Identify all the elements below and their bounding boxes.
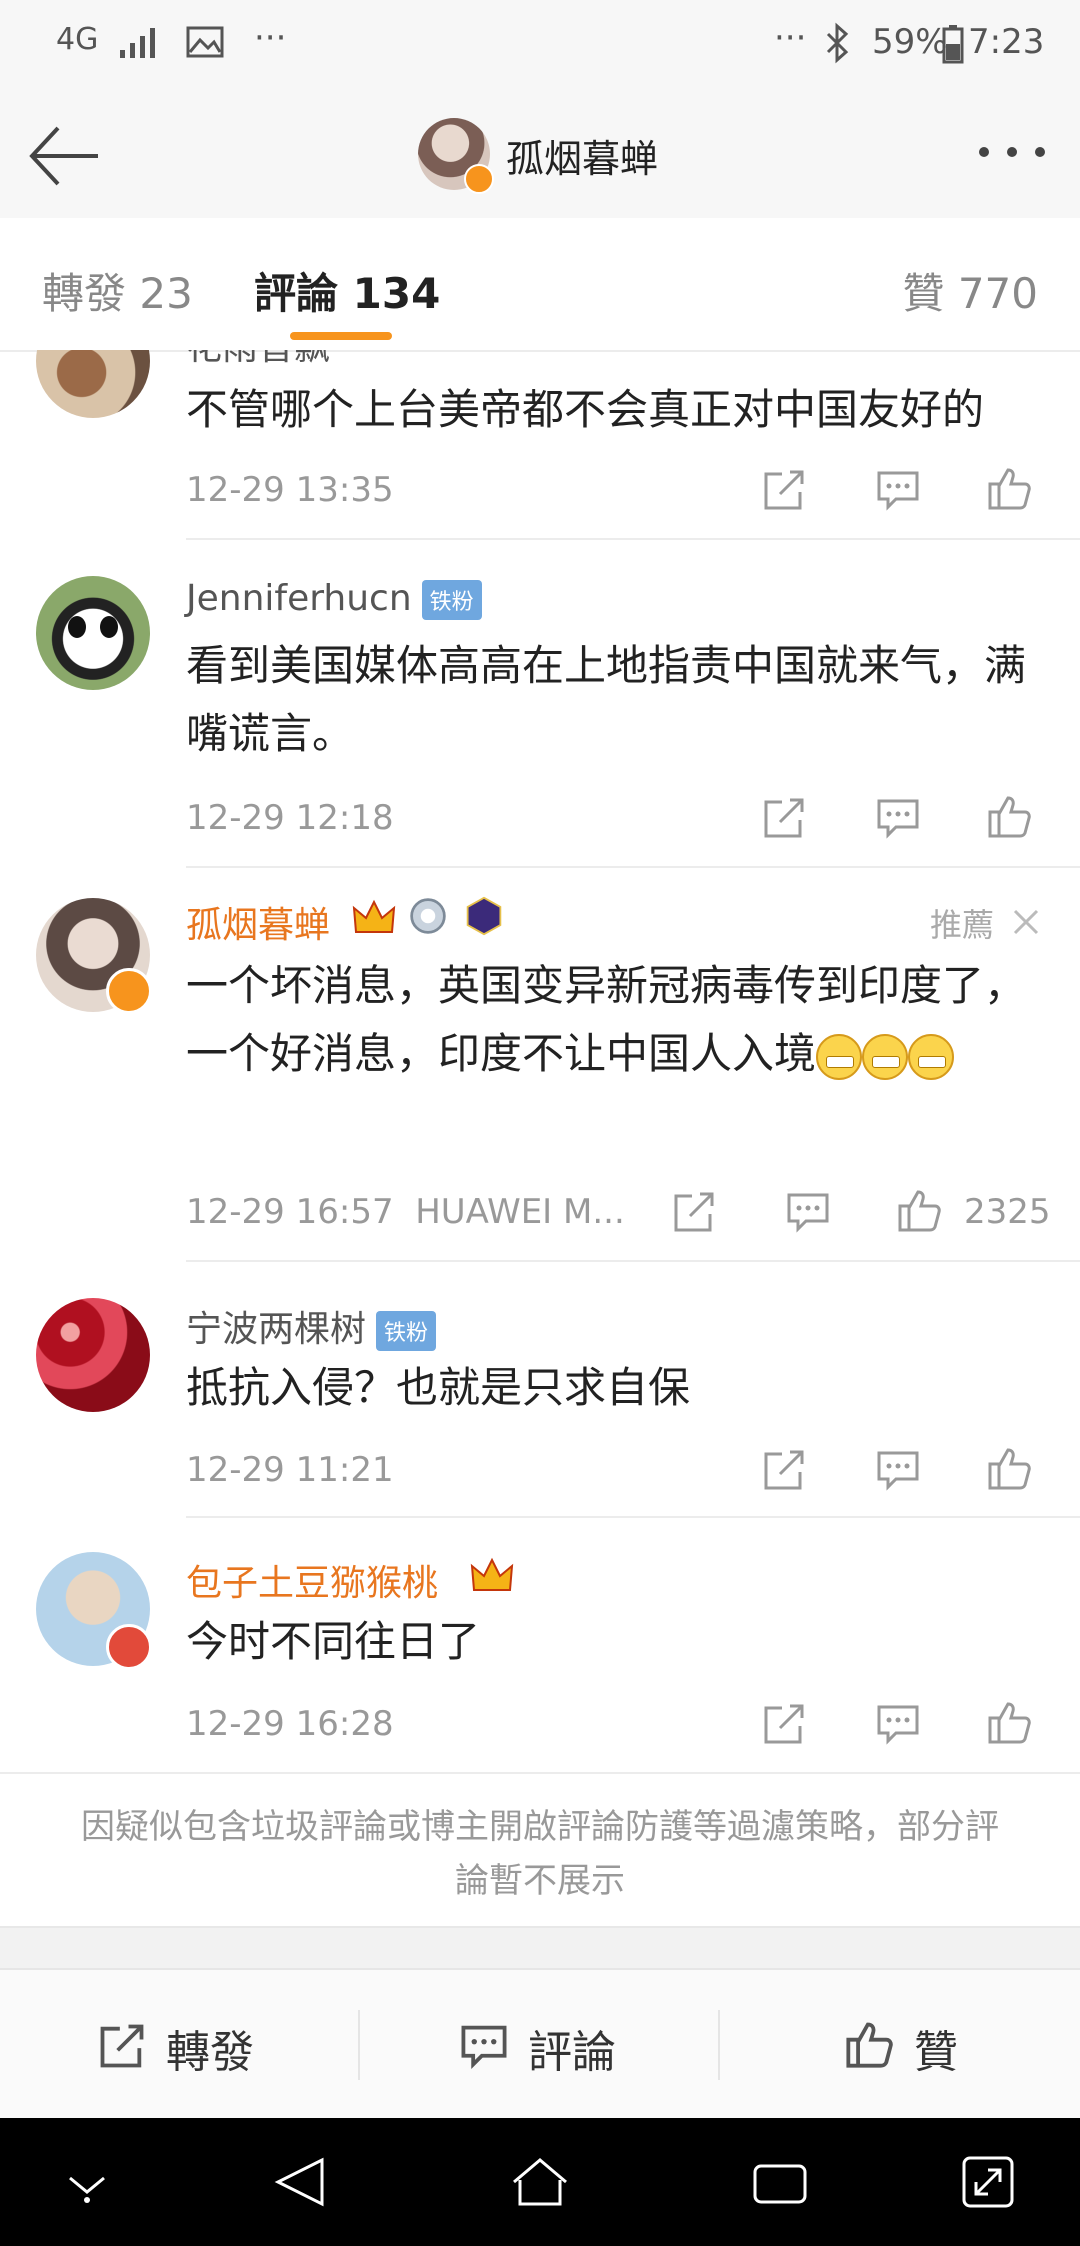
divider bbox=[186, 1260, 1080, 1262]
notification-ellipsis: ··· bbox=[254, 18, 287, 58]
share-icon[interactable] bbox=[760, 1446, 808, 1494]
signal-icon bbox=[120, 28, 155, 58]
battery-icon bbox=[942, 25, 964, 64]
commenter-name[interactable]: 包子土豆猕猴桃 bbox=[186, 1554, 438, 1606]
back-arrow-icon[interactable] bbox=[24, 116, 104, 196]
like-icon[interactable] bbox=[986, 1698, 1034, 1746]
like-icon[interactable] bbox=[986, 1444, 1034, 1492]
night-badge-icon bbox=[466, 896, 502, 936]
divider bbox=[186, 538, 1080, 540]
system-nav-bar bbox=[0, 2118, 1080, 2246]
grin-emoji-icon bbox=[908, 1033, 955, 1080]
comment-icon bbox=[461, 2025, 507, 2069]
reply-icon[interactable] bbox=[874, 466, 922, 514]
comment-time: 12-29 12:18 bbox=[186, 798, 394, 838]
comment-text: 今时不同往日了 bbox=[186, 1617, 481, 1666]
status-bar: 4G ··· ··· 59% 7:23 bbox=[0, 0, 1080, 90]
nav-bar: 孤烟暮蝉 bbox=[0, 90, 1080, 220]
filter-notice: 因疑似包含垃圾評論或博主開啟評論防護等過濾策略，部分評論暫不展示 bbox=[81, 1807, 999, 1901]
comment-time: 12-29 16:28 bbox=[186, 1704, 394, 1744]
close-icon[interactable] bbox=[1012, 908, 1040, 936]
commenter-name[interactable]: 孤烟暮蝉 bbox=[186, 896, 330, 948]
commenter-name[interactable]: 花雨音飘 bbox=[186, 350, 330, 370]
comment-meta: 12-29 16:57 HUAWEI M... bbox=[186, 1192, 626, 1232]
clock: 7:23 bbox=[968, 22, 1045, 62]
comment-text: 看到美国媒体高高在上地指责中国就来气，满嘴谎言。 bbox=[186, 641, 1027, 758]
verified-badge-icon bbox=[464, 164, 494, 194]
commenter-avatar[interactable] bbox=[36, 350, 150, 418]
separator bbox=[718, 2010, 720, 2080]
bluetooth-icon bbox=[826, 22, 849, 64]
active-tab-indicator bbox=[290, 332, 392, 340]
more-options-icon[interactable] bbox=[976, 140, 1048, 164]
comment-button[interactable]: 評論 bbox=[458, 2010, 658, 2090]
divider bbox=[186, 1516, 1080, 1518]
comment-time: 12-29 13:35 bbox=[186, 470, 394, 510]
battery-percent: 59% bbox=[872, 22, 948, 62]
like-icon[interactable] bbox=[896, 1186, 944, 1234]
recommend-label: 推薦 bbox=[929, 906, 994, 944]
network-label: 4G bbox=[56, 22, 99, 57]
comment-text: 抵抗入侵？也就是只求自保 bbox=[186, 1363, 691, 1412]
vip-crown-icon bbox=[352, 899, 396, 933]
commenter-avatar[interactable] bbox=[36, 576, 150, 690]
tab-comment[interactable]: 評論 134 bbox=[254, 260, 440, 321]
recent-apps-icon[interactable] bbox=[752, 2160, 808, 2208]
repost-label: 轉發 bbox=[166, 2027, 254, 2078]
bottom-action-bar: 轉發 評論 贊 bbox=[0, 1968, 1080, 2120]
like-icon[interactable] bbox=[986, 464, 1034, 512]
share-icon[interactable] bbox=[760, 794, 808, 842]
verified-badge-icon bbox=[106, 968, 152, 1014]
tab-like[interactable]: 贊 770 bbox=[902, 260, 1038, 321]
divider bbox=[0, 1772, 1080, 1774]
grin-emoji-icon bbox=[862, 1033, 909, 1080]
like-button[interactable]: 贊 bbox=[844, 2010, 1024, 2090]
hide-keyboard-icon[interactable] bbox=[64, 2166, 110, 2206]
status-ellipsis: ··· bbox=[774, 18, 807, 58]
like-label: 贊 bbox=[914, 2027, 958, 2078]
home-icon[interactable] bbox=[510, 2154, 570, 2210]
like-count: 2325 bbox=[964, 1192, 1051, 1232]
commenter-name[interactable]: 宁波两棵树 铁粉 bbox=[186, 1300, 437, 1352]
fan-badge: 铁粉 bbox=[376, 1311, 437, 1351]
share-icon bbox=[100, 2024, 144, 2068]
tab-repost[interactable]: 轉發 23 bbox=[42, 260, 193, 321]
commenter-name[interactable]: Jenniferhucn 铁粉 bbox=[186, 578, 482, 620]
share-icon[interactable] bbox=[760, 466, 808, 514]
author-avatar[interactable] bbox=[418, 118, 494, 194]
like-icon bbox=[846, 2022, 893, 2068]
tab-bar: 轉發 23 評論 134 贊 770 bbox=[0, 218, 1080, 352]
star-badge-icon bbox=[106, 1624, 152, 1670]
comment-text: 一个坏消息，英国变异新冠病毒传到印度了，一个好消息，印度不让中国人入境 bbox=[186, 952, 1046, 1088]
back-icon[interactable] bbox=[272, 2154, 328, 2210]
fan-badge: 铁粉 bbox=[421, 580, 482, 620]
share-icon[interactable] bbox=[760, 1700, 808, 1748]
reply-icon[interactable] bbox=[784, 1188, 832, 1236]
device-label: HUAWEI M... bbox=[415, 1192, 625, 1232]
section-gap bbox=[0, 1926, 1080, 1970]
separator bbox=[358, 2010, 360, 2080]
comment-label: 評論 bbox=[528, 2027, 616, 2078]
reply-icon[interactable] bbox=[874, 794, 922, 842]
vip-crown-icon bbox=[470, 1557, 514, 1591]
reply-icon[interactable] bbox=[874, 1700, 922, 1748]
commenter-avatar[interactable] bbox=[36, 1298, 150, 1412]
fullscreen-icon[interactable] bbox=[960, 2154, 1016, 2210]
commenter-name-text: 宁波两棵树 bbox=[186, 1309, 367, 1350]
grin-emoji-icon bbox=[816, 1033, 863, 1080]
commenter-name-text: Jenniferhucn bbox=[186, 578, 412, 619]
divider bbox=[186, 866, 1080, 868]
page-title: 孤烟暮蝉 bbox=[506, 137, 659, 181]
medal-icon bbox=[410, 898, 446, 934]
like-icon[interactable] bbox=[986, 792, 1034, 840]
comment-time: 12-29 16:57 bbox=[186, 1192, 394, 1232]
reply-icon[interactable] bbox=[874, 1446, 922, 1494]
repost-button[interactable]: 轉發 bbox=[96, 2010, 296, 2090]
comment-text: 不管哪个上台美帝都不会真正对中国友好的 bbox=[186, 385, 985, 434]
comment-time: 12-29 11:21 bbox=[186, 1450, 394, 1490]
image-icon bbox=[186, 26, 224, 58]
share-icon[interactable] bbox=[670, 1188, 718, 1236]
